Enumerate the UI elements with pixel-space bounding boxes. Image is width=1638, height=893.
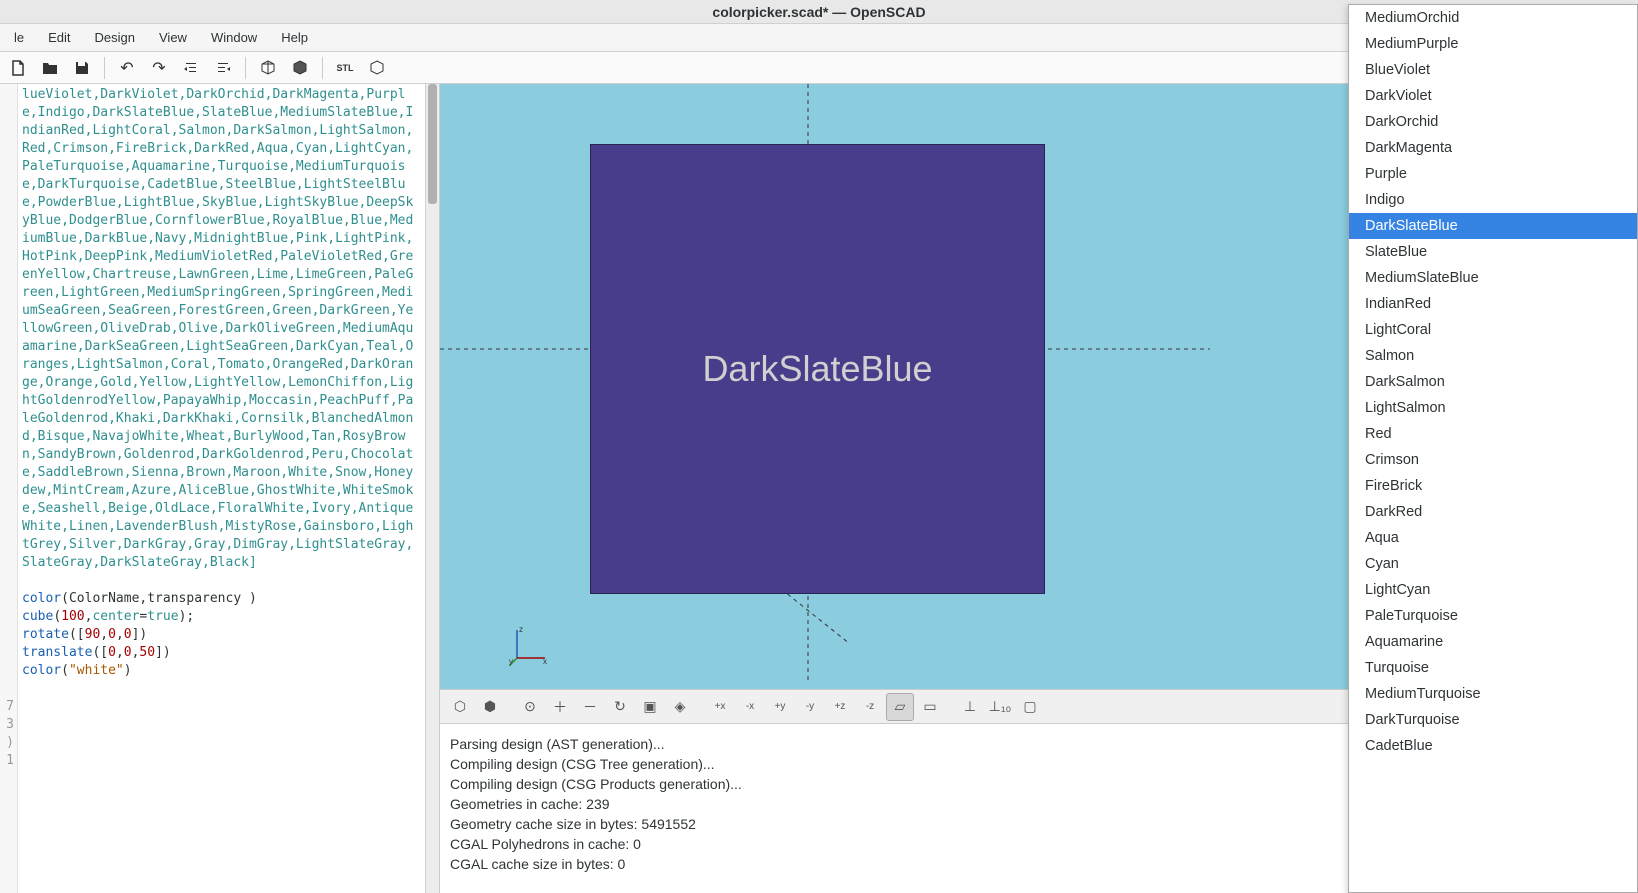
axis-nx-icon[interactable]: -x	[736, 693, 764, 721]
perspective-icon[interactable]: ▱	[886, 693, 914, 721]
dropdown-item-darksalmon[interactable]: DarkSalmon	[1349, 369, 1637, 395]
zoom-out-icon[interactable]: －	[576, 693, 604, 721]
redo-button[interactable]: ↷	[145, 54, 173, 82]
dropdown-item-darkred[interactable]: DarkRed	[1349, 499, 1637, 525]
save-button[interactable]	[68, 54, 96, 82]
scroll-thumb[interactable]	[428, 84, 437, 204]
dropdown-item-indigo[interactable]: Indigo	[1349, 187, 1637, 213]
dropdown-item-darkorchid[interactable]: DarkOrchid	[1349, 109, 1637, 135]
dropdown-item-aqua[interactable]: Aqua	[1349, 525, 1637, 551]
dropdown-item-blueviolet[interactable]: BlueViolet	[1349, 57, 1637, 83]
axis-nz-icon[interactable]: -z	[856, 693, 884, 721]
toolbar-separator	[322, 57, 323, 79]
rendered-cube: DarkSlateBlue	[590, 144, 1045, 594]
dropdown-item-aquamarine[interactable]: Aquamarine	[1349, 629, 1637, 655]
unindent-button[interactable]	[177, 54, 205, 82]
axis-py-icon[interactable]: +y	[766, 693, 794, 721]
dropdown-item-salmon[interactable]: Salmon	[1349, 343, 1637, 369]
dropdown-item-mediumorchid[interactable]: MediumOrchid	[1349, 5, 1637, 31]
dropdown-item-darkturquoise[interactable]: DarkTurquoise	[1349, 707, 1637, 733]
show-scale-icon[interactable]: ⊥₁₀	[986, 693, 1014, 721]
svg-text:z: z	[519, 626, 523, 634]
dropdown-item-turquoise[interactable]: Turquoise	[1349, 655, 1637, 681]
rendered-cube-label: DarkSlateBlue	[702, 348, 932, 390]
send-button[interactable]	[363, 54, 391, 82]
dropdown-item-paleturquoise[interactable]: PaleTurquoise	[1349, 603, 1637, 629]
menu-file[interactable]: le	[4, 26, 34, 49]
preview-button[interactable]	[254, 54, 282, 82]
window-title: colorpicker.scad* — OpenSCAD	[712, 4, 925, 20]
zoom-all-icon[interactable]: ⊙	[516, 693, 544, 721]
show-axes-icon[interactable]: ⊥	[956, 693, 984, 721]
menu-view[interactable]: View	[149, 26, 197, 49]
dropdown-item-lightsalmon[interactable]: LightSalmon	[1349, 395, 1637, 421]
line-gutter: 73)1	[0, 84, 18, 893]
dropdown-item-crimson[interactable]: Crimson	[1349, 447, 1637, 473]
svg-text:x: x	[543, 657, 547, 666]
toolbar-separator	[104, 57, 105, 79]
editor-panel: 73)1 lueViolet,DarkViolet,DarkOrchid,Dar…	[0, 84, 440, 893]
dropdown-item-firebrick[interactable]: FireBrick	[1349, 473, 1637, 499]
dropdown-item-red[interactable]: Red	[1349, 421, 1637, 447]
dropdown-item-darkslateblue[interactable]: DarkSlateBlue	[1349, 213, 1637, 239]
dropdown-item-darkmagenta[interactable]: DarkMagenta	[1349, 135, 1637, 161]
dropdown-item-purple[interactable]: Purple	[1349, 161, 1637, 187]
code-editor[interactable]: lueViolet,DarkViolet,DarkOrchid,DarkMage…	[18, 84, 425, 893]
toolbar-separator	[245, 57, 246, 79]
axis-pz-icon[interactable]: +z	[826, 693, 854, 721]
zoom-in-icon[interactable]: ＋	[546, 693, 574, 721]
menu-help[interactable]: Help	[271, 26, 318, 49]
ortho-icon[interactable]: ▭	[916, 693, 944, 721]
preview-icon[interactable]: ⬡	[446, 693, 474, 721]
dropdown-item-slateblue[interactable]: SlateBlue	[1349, 239, 1637, 265]
view-top-icon[interactable]: ◈	[666, 693, 694, 721]
dropdown-item-indianred[interactable]: IndianRed	[1349, 291, 1637, 317]
dropdown-item-mediumslateblue[interactable]: MediumSlateBlue	[1349, 265, 1637, 291]
svg-text:y: y	[509, 657, 513, 666]
open-button[interactable]	[36, 54, 64, 82]
menu-window[interactable]: Window	[201, 26, 267, 49]
editor-scrollbar[interactable]	[425, 84, 439, 893]
dropdown-item-cadetblue[interactable]: CadetBlue	[1349, 733, 1637, 759]
reset-view-icon[interactable]: ↻	[606, 693, 634, 721]
axis-px-icon[interactable]: +x	[706, 693, 734, 721]
export-stl-button[interactable]: STL	[331, 54, 359, 82]
dropdown-item-mediumturquoise[interactable]: MediumTurquoise	[1349, 681, 1637, 707]
render-icon[interactable]: ⬢	[476, 693, 504, 721]
dropdown-item-darkviolet[interactable]: DarkViolet	[1349, 83, 1637, 109]
color-dropdown[interactable]: MediumOrchidMediumPurpleBlueVioletDarkVi…	[1348, 4, 1638, 893]
indent-button[interactable]	[209, 54, 237, 82]
show-edges-icon[interactable]: ▢	[1016, 693, 1044, 721]
render-button[interactable]	[286, 54, 314, 82]
new-button[interactable]	[4, 54, 32, 82]
menu-edit[interactable]: Edit	[38, 26, 80, 49]
view-right-icon[interactable]: ▣	[636, 693, 664, 721]
dropdown-item-cyan[interactable]: Cyan	[1349, 551, 1637, 577]
dropdown-item-lightcoral[interactable]: LightCoral	[1349, 317, 1637, 343]
menu-design[interactable]: Design	[85, 26, 145, 49]
undo-button[interactable]: ↶	[113, 54, 141, 82]
axes-gizmo: z x y	[509, 626, 549, 666]
axis-ny-icon[interactable]: -y	[796, 693, 824, 721]
dropdown-item-mediumpurple[interactable]: MediumPurple	[1349, 31, 1637, 57]
dropdown-item-lightcyan[interactable]: LightCyan	[1349, 577, 1637, 603]
